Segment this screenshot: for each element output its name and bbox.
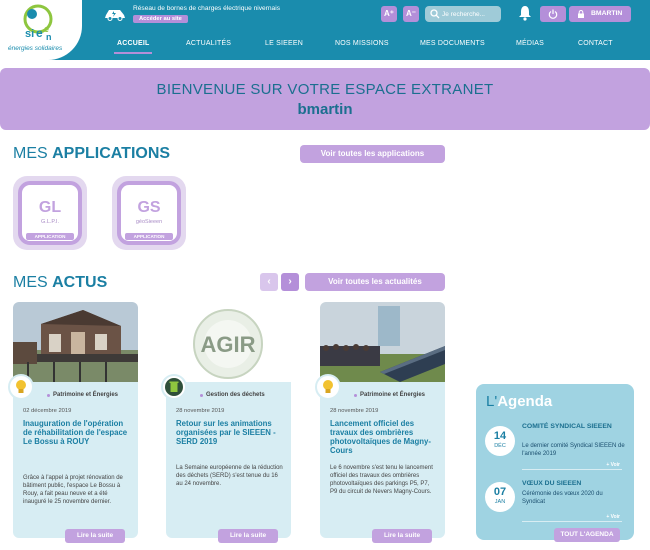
solar-site-photo-icon: [320, 302, 445, 382]
news-excerpt: Le 6 novembre s'est tenu le lancement of…: [330, 465, 433, 495]
user-account-button[interactable]: BMARTIN: [569, 6, 631, 22]
actus-prev-button[interactable]: ‹: [260, 273, 278, 291]
news-title[interactable]: Inauguration de l'opération de réhabilit…: [23, 419, 131, 446]
power-icon: [548, 9, 558, 19]
app-code: GS: [137, 199, 161, 216]
lightbulb-icon: [8, 374, 34, 400]
notification-bell-icon[interactable]: [518, 5, 532, 21]
logout-button[interactable]: [540, 6, 566, 22]
news-card-body: [13, 382, 138, 538]
agenda-day: 14: [493, 430, 507, 442]
news-image-agir: AGIR: [166, 302, 291, 382]
building-photo-icon: [13, 302, 138, 382]
nav-mes-documents[interactable]: MES DOCUMENTS: [420, 40, 485, 47]
app-subtitle: G.L.P.I.: [41, 219, 59, 225]
news-title[interactable]: Retour sur les animations organisées par…: [176, 419, 284, 446]
agenda-date-badge: 14 DÉC: [485, 426, 515, 456]
svg-text:si: si: [25, 28, 34, 40]
agenda-divider: [522, 469, 622, 470]
font-decrease-button[interactable]: A⁻: [403, 6, 419, 22]
lightbulb-icon: [315, 374, 341, 400]
news-card[interactable]: Patrimoine et Énergies 02 décembre 2019 …: [8, 302, 138, 544]
charging-network-text: Réseau de bornes de charges électrique n…: [133, 5, 280, 12]
app-tile-geosieeen[interactable]: GS géoSieeen APPLICATION: [112, 176, 186, 250]
actus-title: MES ACTUS: [13, 274, 108, 291]
applications-title: MES APPLICATIONS: [13, 145, 171, 162]
svg-text:e: e: [36, 26, 43, 40]
news-card-body: [320, 382, 445, 538]
welcome-username: bmartin: [297, 101, 353, 118]
app-tile-inner: GS géoSieeen APPLICATION: [117, 181, 181, 245]
news-date: 02 décembre 2019: [23, 408, 72, 414]
nav-medias[interactable]: MÉDIAS: [516, 40, 544, 47]
read-more-button[interactable]: Lire la suite: [218, 529, 278, 543]
nav-actualites[interactable]: ACTUALITÉS: [186, 40, 231, 47]
search-bar[interactable]: [425, 6, 501, 22]
agenda-event-desc: Le dernier comité Syndical SIEEEN de l'a…: [522, 443, 625, 457]
news-image-building: [13, 302, 138, 382]
app-label: APPLICATION: [125, 233, 173, 240]
news-date: 28 novembre 2019: [330, 408, 379, 414]
agenda-event-title[interactable]: COMITÉ SYNDICAL SIEEEN: [522, 423, 622, 431]
app-tile-inner: GL G.L.P.I. APPLICATION: [18, 181, 82, 245]
actus-next-button[interactable]: ›: [281, 273, 299, 291]
app-code: GL: [38, 199, 62, 216]
app-subtitle: géoSieeen: [135, 219, 163, 225]
welcome-banner: BIENVENUE SUR VOTRE ESPACE EXTRANET bmar…: [0, 68, 650, 130]
sieeen-logo-icon: si e e n: [23, 4, 53, 42]
news-category: Patrimoine et Énergies: [46, 392, 119, 398]
nav-le-sieeen[interactable]: LE SIEEEN: [265, 40, 303, 47]
nav-nos-missions[interactable]: NOS MISSIONS: [335, 40, 389, 47]
electric-car-icon: [105, 10, 125, 21]
search-icon: [430, 9, 440, 19]
welcome-title: BIENVENUE SUR VOTRE ESPACE EXTRANET: [156, 81, 494, 98]
news-card-body: [166, 382, 291, 538]
logo-tagline: énergies solidaires: [8, 45, 63, 52]
news-card[interactable]: AGIR Gestion des déchets 28 novembre 201…: [161, 302, 291, 544]
main-nav: ACCUEIL ACTUALITÉS LE SIEEEN NOS MISSION…: [100, 40, 640, 56]
page: si e e n énergies solidaires Réseau de b…: [0, 0, 650, 550]
news-excerpt: La Semaine européenne de la réduction de…: [176, 465, 283, 487]
logo[interactable]: si e e n énergies solidaires: [0, 0, 82, 60]
nav-contact[interactable]: CONTACT: [578, 40, 613, 47]
app-label: APPLICATION: [26, 233, 74, 240]
agenda-date-badge: 07 JAN: [485, 482, 515, 512]
news-excerpt: Grâce à l'appel à projet rénovation de b…: [23, 475, 123, 505]
agenda-panel: L'Agenda 14 DÉC COMITÉ SYNDICAL SIEEEN L…: [476, 384, 634, 542]
agenda-month: JAN: [494, 499, 506, 505]
lock-icon: [578, 10, 584, 18]
username-label: BMARTIN: [591, 10, 623, 17]
read-more-button[interactable]: Lire la suite: [65, 529, 125, 543]
news-title[interactable]: Lancement officiel des travaux des ombri…: [330, 419, 438, 455]
news-category: Gestion des déchets: [200, 392, 265, 398]
agenda-see-more-link[interactable]: + Voir: [606, 514, 620, 520]
svg-text:n: n: [46, 32, 52, 42]
search-input[interactable]: [442, 8, 498, 20]
access-site-button[interactable]: Accéder au site: [133, 15, 188, 23]
news-image-solar: [320, 302, 445, 382]
news-card[interactable]: Patrimoine et Énergies 28 novembre 2019 …: [315, 302, 445, 544]
agir-text: AGIR: [201, 332, 256, 357]
app-tile-glpi[interactable]: GL G.L.P.I. APPLICATION: [13, 176, 87, 250]
agenda-event-desc: Cérémonie des vœux 2020 du Syndicat: [522, 491, 603, 505]
agenda-day: 07: [493, 486, 507, 498]
agenda-title: L'Agenda: [486, 393, 553, 410]
nav-accueil[interactable]: ACCUEIL: [117, 40, 150, 47]
full-agenda-button[interactable]: TOUT L'AGENDA: [554, 528, 620, 542]
agenda-month: DÉC: [494, 443, 506, 449]
recycle-bin-icon: [161, 374, 187, 400]
see-all-applications-button[interactable]: Voir toutes les applications: [300, 145, 445, 163]
agenda-event-title[interactable]: VŒUX DU SIEEEN: [522, 480, 622, 488]
read-more-button[interactable]: Lire la suite: [372, 529, 432, 543]
agenda-see-more-link[interactable]: + Voir: [606, 462, 620, 468]
agenda-divider: [522, 521, 622, 522]
nav-active-indicator: [114, 52, 152, 54]
news-date: 28 novembre 2019: [176, 408, 225, 414]
agir-badge-icon: AGIR: [166, 302, 291, 382]
top-header: si e e n énergies solidaires Réseau de b…: [0, 0, 650, 60]
see-all-news-button[interactable]: Voir toutes les actualités: [305, 273, 445, 291]
font-increase-button[interactable]: A⁺: [381, 6, 397, 22]
news-category: Patrimoine et Énergies: [353, 392, 426, 398]
